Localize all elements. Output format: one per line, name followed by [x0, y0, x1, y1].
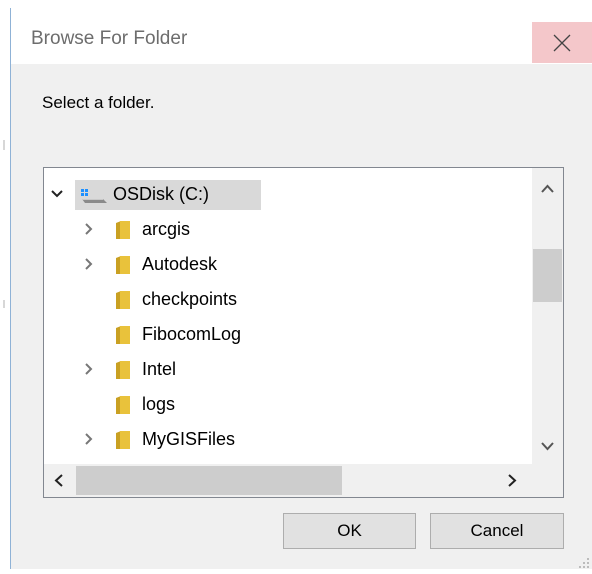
- chevron-down-icon[interactable]: [50, 187, 64, 201]
- tree-item-label: arcgis: [142, 219, 191, 239]
- folder-icon: [114, 430, 132, 450]
- ok-button[interactable]: OK: [283, 513, 416, 549]
- title-bar: Browse For Folder: [11, 8, 592, 64]
- instruction-text: Select a folder.: [42, 93, 155, 112]
- resize-grip-icon[interactable]: [578, 556, 590, 568]
- edge-mark: [3, 300, 5, 308]
- close-icon: [553, 34, 571, 52]
- tree-item[interactable]: checkpoints: [44, 284, 532, 316]
- tree-item-label: checkpoints: [142, 289, 238, 309]
- tree-item[interactable]: logs: [44, 389, 532, 421]
- tree-item[interactable]: arcgis: [44, 214, 532, 246]
- tree-root-item[interactable]: OSDisk (C:): [44, 179, 532, 211]
- drive-icon: [79, 186, 109, 206]
- tree-item-label: FibocomLog: [142, 324, 242, 344]
- folder-icon: [114, 220, 132, 240]
- tree-item-label: MyGISFiles: [142, 429, 236, 449]
- cancel-button[interactable]: Cancel: [430, 513, 564, 549]
- vertical-scroll-thumb[interactable]: [533, 249, 562, 302]
- chevron-right-icon[interactable]: [82, 432, 96, 446]
- chevron-right-icon[interactable]: [82, 257, 96, 271]
- close-button[interactable]: [532, 22, 592, 63]
- scroll-right-icon[interactable]: [508, 474, 517, 492]
- scroll-up-icon[interactable]: [541, 180, 554, 198]
- tree-item[interactable]: MyGISFiles: [44, 424, 532, 456]
- tree-item-label: Intel: [142, 359, 177, 379]
- chevron-right-icon[interactable]: [82, 222, 96, 236]
- browse-folder-dialog: Browse For Folder Select a folder. OSDis…: [10, 8, 592, 569]
- scrollbar-corner: [532, 464, 563, 497]
- folder-icon: [114, 395, 132, 415]
- tree-root-label: OSDisk (C:): [113, 184, 209, 204]
- edge-mark: [3, 140, 5, 150]
- dialog-title: Browse For Folder: [31, 28, 188, 49]
- scroll-left-icon[interactable]: [54, 474, 63, 492]
- scroll-down-icon[interactable]: [541, 438, 554, 456]
- horizontal-scroll-thumb[interactable]: [76, 466, 342, 495]
- folder-icon: [114, 325, 132, 345]
- vertical-scrollbar[interactable]: [532, 168, 563, 464]
- tree-item-label: Autodesk: [142, 254, 218, 274]
- tree-item[interactable]: FibocomLog: [44, 319, 532, 351]
- tree-item[interactable]: Autodesk: [44, 249, 532, 281]
- tree-item[interactable]: Intel: [44, 354, 532, 386]
- folder-icon: [114, 360, 132, 380]
- folder-icon: [114, 255, 132, 275]
- folder-tree[interactable]: OSDisk (C:) arcgis Autodesk checkpoints …: [43, 167, 564, 498]
- background-window-strip: [0, 0, 592, 8]
- horizontal-scrollbar[interactable]: [44, 464, 532, 497]
- folder-icon: [114, 290, 132, 310]
- chevron-right-icon[interactable]: [82, 362, 96, 376]
- tree-item-label: logs: [142, 394, 176, 414]
- background-window-edge: [0, 0, 10, 569]
